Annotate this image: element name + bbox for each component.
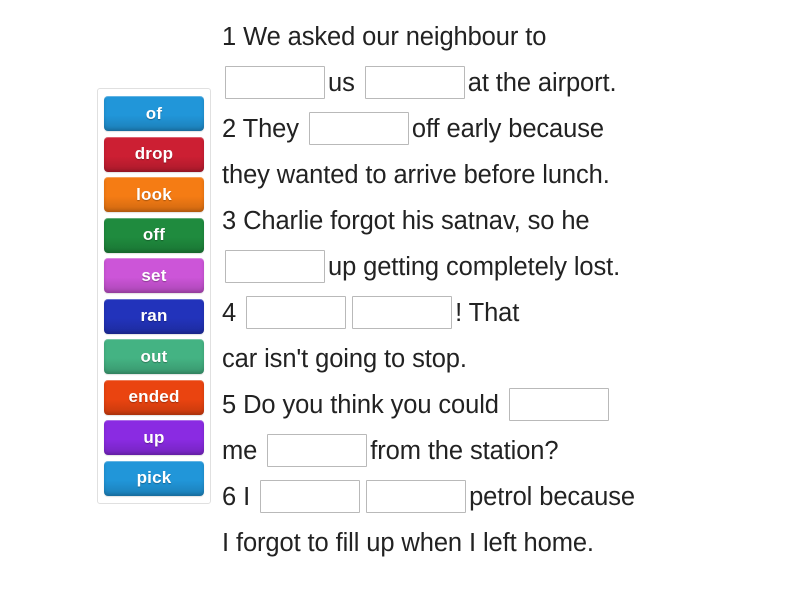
sentence-text: off early because bbox=[411, 115, 604, 143]
sentence-list: 1 We asked our neighbour to us at the ai… bbox=[222, 14, 722, 566]
word-tile-ended[interactable]: ended bbox=[104, 379, 204, 415]
word-tile-look[interactable]: look bbox=[104, 177, 204, 212]
word-tile-up[interactable]: up bbox=[104, 420, 204, 455]
answer-blank[interactable] bbox=[246, 295, 347, 329]
sentence-text: 2 They bbox=[222, 115, 299, 143]
answer-blank[interactable] bbox=[352, 295, 453, 329]
answer-blank[interactable] bbox=[225, 65, 325, 99]
sentence-line: they wanted to arrive before lunch. bbox=[222, 152, 722, 198]
word-tile-set[interactable]: set bbox=[104, 258, 204, 293]
sentence-text: 5 Do you think you could bbox=[222, 391, 499, 419]
sentence-line: up getting completely lost. bbox=[222, 244, 722, 290]
sentence-text: they wanted to arrive before lunch. bbox=[222, 161, 610, 189]
sentence-text: 4 bbox=[222, 299, 237, 327]
sentence-line: car isn't going to stop. bbox=[222, 336, 722, 382]
sentence-text: 1 We asked our neighbour to bbox=[222, 23, 547, 51]
sentence-line: 1 We asked our neighbour to bbox=[222, 14, 722, 60]
answer-blank[interactable] bbox=[267, 433, 368, 467]
sentence-line: us at the airport. bbox=[222, 60, 722, 106]
sentence-text: at the airport. bbox=[467, 69, 617, 97]
sentence-line: I forgot to fill up when I left home. bbox=[222, 520, 722, 566]
word-tile-of[interactable]: of bbox=[104, 96, 204, 131]
answer-blank[interactable] bbox=[364, 65, 465, 99]
sentence-line: me from the station? bbox=[222, 428, 722, 474]
activity-canvas: of drop look off set ran out ended up pick 1 We a… bbox=[0, 0, 800, 600]
sentence-line: 6 I petrol because bbox=[222, 474, 722, 520]
sentence-text: us bbox=[328, 69, 355, 97]
word-tile-drop[interactable]: drop bbox=[104, 136, 204, 172]
sentence-line: 3 Charlie forgot his satnav, so he bbox=[222, 198, 722, 244]
sentence-text: I forgot to fill up when I left home. bbox=[222, 529, 594, 557]
sentence-text: from the station? bbox=[370, 437, 559, 465]
word-tile-pick[interactable]: pick bbox=[104, 460, 204, 496]
word-tile-off[interactable]: off bbox=[104, 217, 204, 253]
answer-blank[interactable] bbox=[260, 479, 361, 513]
word-bank: of drop look off set ran out ended up pick bbox=[97, 88, 211, 504]
answer-blank[interactable] bbox=[508, 387, 609, 421]
word-tile-ran[interactable]: ran bbox=[104, 298, 204, 334]
answer-blank[interactable] bbox=[366, 479, 467, 513]
sentence-text: ! That bbox=[455, 299, 520, 327]
sentence-text: car isn't going to stop. bbox=[222, 345, 467, 373]
answer-blank[interactable] bbox=[225, 249, 325, 283]
sentence-line: 4 ! That bbox=[222, 290, 722, 336]
sentence-line: 5 Do you think you could bbox=[222, 382, 722, 428]
sentence-line: 2 They off early because bbox=[222, 106, 722, 152]
sentence-text: 3 Charlie forgot his satnav, so he bbox=[222, 207, 590, 235]
sentence-text: up getting completely lost. bbox=[328, 253, 621, 281]
sentence-text: 6 I bbox=[222, 483, 251, 511]
answer-blank[interactable] bbox=[308, 111, 409, 145]
sentence-text: me bbox=[222, 437, 258, 465]
sentence-text: petrol because bbox=[469, 483, 635, 511]
word-tile-out[interactable]: out bbox=[104, 339, 204, 374]
